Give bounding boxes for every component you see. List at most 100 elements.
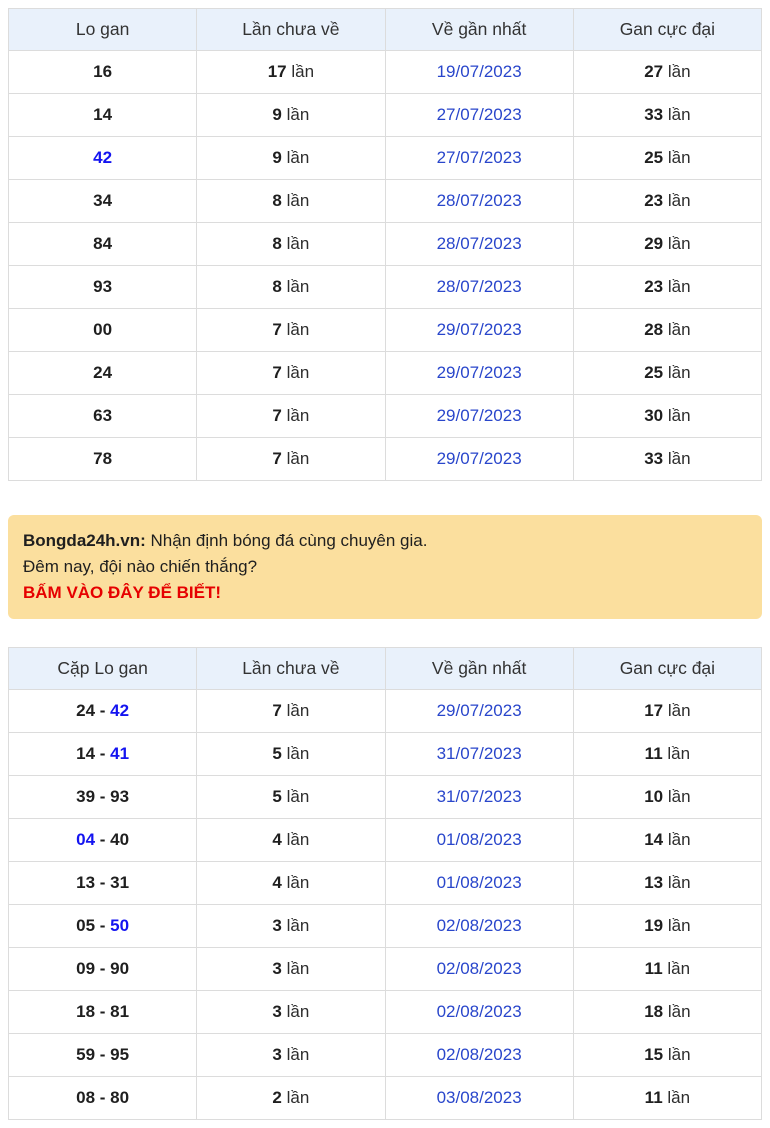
table-row: 42 9 lần 27/07/2023 25 lần xyxy=(7,136,763,180)
times-value: 7 xyxy=(272,363,282,382)
gan-cuc-dai-cell: 15 lần xyxy=(572,1033,763,1077)
lo-gan-cell: 24 xyxy=(7,351,198,395)
date-link[interactable]: 01/08/2023 xyxy=(437,830,522,849)
gan-cuc-dai-cell: 13 lần xyxy=(572,861,763,905)
max-value: 33 xyxy=(644,105,664,124)
date-link[interactable]: 29/07/2023 xyxy=(437,449,522,468)
lo-gan-number: 00 xyxy=(93,320,113,339)
header-row: Cặp Lo gan Lần chưa về Về gần nhất Gan c… xyxy=(7,647,763,690)
date-link[interactable]: 03/08/2023 xyxy=(437,1088,522,1107)
lan-chua-ve-cell: 3 lần xyxy=(196,1033,386,1077)
date-link[interactable]: 19/07/2023 xyxy=(437,62,522,81)
unit-label: lần xyxy=(286,787,310,806)
gan-cuc-dai-cell: 28 lần xyxy=(572,308,763,352)
unit-label: lần xyxy=(286,320,310,339)
lan-chua-ve-cell: 7 lần xyxy=(196,308,386,352)
times-value: 9 xyxy=(272,105,282,124)
unit-label: lần xyxy=(667,830,691,849)
ve-gan-nhat-cell: 28/07/2023 xyxy=(384,222,574,266)
ve-gan-nhat-cell: 29/07/2023 xyxy=(384,394,574,438)
cap-lo-gan-cell: 59 - 95 xyxy=(7,1033,198,1077)
date-link[interactable]: 31/07/2023 xyxy=(437,744,522,763)
date-link[interactable]: 29/07/2023 xyxy=(437,701,522,720)
pair-number-a: 09 xyxy=(76,959,96,978)
lo-gan-cell: 34 xyxy=(7,179,198,223)
gan-cuc-dai-cell: 33 lần xyxy=(572,93,763,137)
unit-label: lần xyxy=(286,234,310,253)
max-value: 23 xyxy=(644,277,664,296)
lan-chua-ve-cell: 4 lần xyxy=(196,861,386,905)
date-link[interactable]: 29/07/2023 xyxy=(437,406,522,425)
date-link[interactable]: 27/07/2023 xyxy=(437,105,522,124)
lo-gan-number[interactable]: 42 xyxy=(93,148,112,167)
col-header-ve-gan-nhat: Về gần nhất xyxy=(384,647,574,690)
table-row: 24 7 lần 29/07/2023 25 lần xyxy=(7,351,763,395)
lan-chua-ve-cell: 5 lần xyxy=(196,732,386,776)
date-link[interactable]: 29/07/2023 xyxy=(437,320,522,339)
pair-number-b[interactable]: 41 xyxy=(110,744,129,763)
times-value: 5 xyxy=(272,744,282,763)
pair-number-b: 80 xyxy=(110,1088,130,1107)
col-header-lo-gan: Lo gan xyxy=(7,8,198,51)
ve-gan-nhat-cell: 28/07/2023 xyxy=(384,179,574,223)
promo-cta-link[interactable]: BẤM VÀO ĐÂY ĐỂ BIẾT! xyxy=(23,580,221,606)
date-link[interactable]: 28/07/2023 xyxy=(437,277,522,296)
lan-chua-ve-cell: 7 lần xyxy=(196,437,386,481)
table-row: 39 - 93 5 lần 31/07/2023 10 lần xyxy=(7,775,763,819)
pair-separator: - xyxy=(95,701,111,720)
cap-lo-gan-cell: 08 - 80 xyxy=(7,1076,198,1120)
lo-gan-cell: 63 xyxy=(7,394,198,438)
pair-number-b[interactable]: 42 xyxy=(110,701,129,720)
date-link[interactable]: 02/08/2023 xyxy=(437,959,522,978)
unit-label: lần xyxy=(667,277,691,296)
pair-number-a: 18 xyxy=(76,1002,96,1021)
date-link[interactable]: 31/07/2023 xyxy=(437,787,522,806)
times-value: 2 xyxy=(272,1088,282,1107)
pair-number-b[interactable]: 50 xyxy=(110,916,129,935)
ve-gan-nhat-cell: 31/07/2023 xyxy=(384,775,574,819)
gan-cuc-dai-cell: 14 lần xyxy=(572,818,763,862)
pair-separator: - xyxy=(95,1088,111,1107)
pair-number-a[interactable]: 04 xyxy=(76,830,95,849)
max-value: 23 xyxy=(644,191,664,210)
max-value: 18 xyxy=(644,1002,664,1021)
pair-number-a: 59 xyxy=(76,1045,96,1064)
col-header-gan-cuc-dai: Gan cực đại xyxy=(572,647,763,690)
date-link[interactable]: 01/08/2023 xyxy=(437,873,522,892)
date-link[interactable]: 02/08/2023 xyxy=(437,1045,522,1064)
table-row: 04 - 40 4 lần 01/08/2023 14 lần xyxy=(7,818,763,862)
date-link[interactable]: 28/07/2023 xyxy=(437,191,522,210)
unit-label: lần xyxy=(667,320,691,339)
max-value: 17 xyxy=(644,701,664,720)
unit-label: lần xyxy=(667,1045,691,1064)
cap-lo-gan-table-head: Cặp Lo gan Lần chưa về Về gần nhất Gan c… xyxy=(7,647,763,690)
lan-chua-ve-cell: 5 lần xyxy=(196,775,386,819)
ve-gan-nhat-cell: 29/07/2023 xyxy=(384,308,574,352)
max-value: 25 xyxy=(644,363,664,382)
pair-number-b: 93 xyxy=(110,787,130,806)
unit-label: lần xyxy=(667,873,691,892)
gan-cuc-dai-cell: 27 lần xyxy=(572,50,763,94)
pair-number-a: 08 xyxy=(76,1088,96,1107)
gan-cuc-dai-cell: 19 lần xyxy=(572,904,763,948)
date-link[interactable]: 29/07/2023 xyxy=(437,363,522,382)
date-link[interactable]: 02/08/2023 xyxy=(437,1002,522,1021)
pair-number-b: 90 xyxy=(110,959,130,978)
lo-gan-number: 34 xyxy=(93,191,113,210)
ve-gan-nhat-cell: 29/07/2023 xyxy=(384,351,574,395)
table-row: 14 - 41 5 lần 31/07/2023 11 lần xyxy=(7,732,763,776)
col-header-cap-lo-gan: Cặp Lo gan xyxy=(7,647,198,690)
lan-chua-ve-cell: 3 lần xyxy=(196,990,386,1034)
date-link[interactable]: 02/08/2023 xyxy=(437,916,522,935)
gan-cuc-dai-cell: 33 lần xyxy=(572,437,763,481)
unit-label: lần xyxy=(667,148,691,167)
unit-label: lần xyxy=(667,959,691,978)
lo-gan-number: 84 xyxy=(93,234,113,253)
ve-gan-nhat-cell: 02/08/2023 xyxy=(384,904,574,948)
date-link[interactable]: 28/07/2023 xyxy=(437,234,522,253)
ve-gan-nhat-cell: 01/08/2023 xyxy=(384,861,574,905)
date-link[interactable]: 27/07/2023 xyxy=(437,148,522,167)
cap-lo-gan-table-body: 24 - 42 7 lần 29/07/2023 17 lần 14 - 41 5 lần… xyxy=(7,689,763,1120)
unit-label: lần xyxy=(667,62,691,81)
unit-label: lần xyxy=(291,62,315,81)
